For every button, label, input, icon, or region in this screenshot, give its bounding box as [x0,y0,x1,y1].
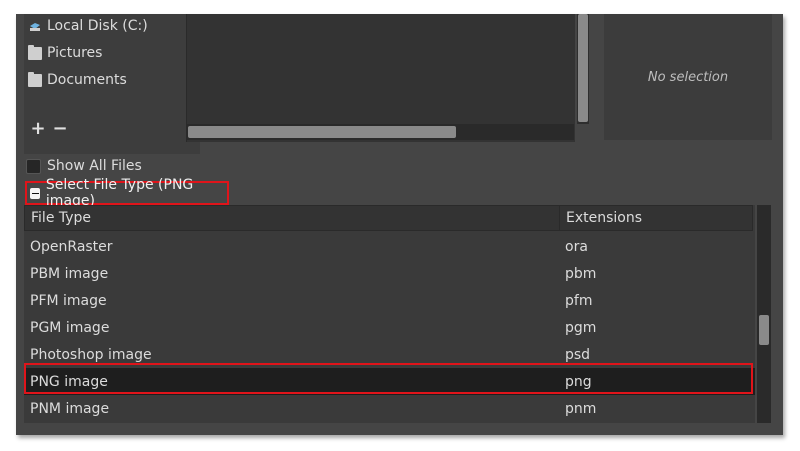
file-type-cell: OpenRaster [30,238,113,255]
place-pictures[interactable]: Pictures [28,42,102,64]
scrollbar-thumb[interactable] [188,126,456,138]
places-sidebar: Local Disk (C:) Pictures Documents + − [24,14,200,154]
file-list-vscrollbar[interactable] [577,14,589,124]
file-type-cell: PBM image [30,265,109,282]
table-row[interactable]: OpenRaster ora [24,233,755,260]
extension-cell: pfm [565,292,593,309]
extension-cell: png [565,373,592,390]
extension-cell: pbm [565,265,597,282]
select-file-type-expander[interactable]: Select File Type (PNG image) [25,177,229,209]
place-documents[interactable]: Documents [28,69,127,91]
file-type-vscrollbar[interactable] [757,205,771,423]
scrollbar-thumb[interactable] [578,14,588,122]
column-header-extensions[interactable]: Extensions [559,205,753,231]
file-type-cell: PNM image [30,400,110,417]
preview-text: No selection [647,69,729,85]
file-type-cell: Photoshop image [30,346,152,363]
table-row[interactable]: PNM image pnm [24,395,755,422]
place-local-disk[interactable]: Local Disk (C:) [28,15,148,37]
table-row[interactable]: PBM image pbm [24,260,755,287]
file-list[interactable] [186,14,575,142]
show-all-files-toggle[interactable]: Show All Files [26,157,142,175]
file-list-hscrollbar[interactable] [186,124,574,140]
place-label: Pictures [47,45,103,61]
extension-cell: psd [565,346,591,363]
add-place-button[interactable]: + [30,118,46,139]
show-all-files-label: Show All Files [47,158,142,174]
folder-icon [28,71,42,87]
table-row-selected[interactable]: PNG image png [24,368,755,395]
table-row[interactable]: Photoshop image psd [24,341,755,368]
place-label: Local Disk (C:) [47,18,148,34]
extension-cell: ora [565,238,588,255]
file-type-table: File Type Extensions OpenRaster ora PBM … [24,205,755,423]
extension-cell: pnm [565,400,597,417]
scrollbar-thumb[interactable] [759,315,769,345]
folder-icon [28,44,42,60]
extension-cell: pgm [565,319,597,336]
show-all-files-checkbox[interactable] [26,158,41,174]
preview-pane: No selection [604,14,772,140]
collapse-icon[interactable] [30,187,40,199]
table-row[interactable]: PGM image pgm [24,314,755,341]
file-type-cell: PNG image [30,373,108,390]
place-label: Documents [47,72,127,88]
remove-place-button[interactable]: − [52,118,68,139]
export-dialog: Local Disk (C:) Pictures Documents + − N… [16,14,783,435]
table-header: File Type Extensions [24,205,755,231]
column-header-file-type[interactable]: File Type [24,205,561,231]
file-type-cell: PFM image [30,292,107,309]
table-row[interactable]: PFM image pfm [24,287,755,314]
file-type-cell: PGM image [30,319,110,336]
places-toolbar: + − [24,116,200,140]
drive-icon [28,20,42,33]
